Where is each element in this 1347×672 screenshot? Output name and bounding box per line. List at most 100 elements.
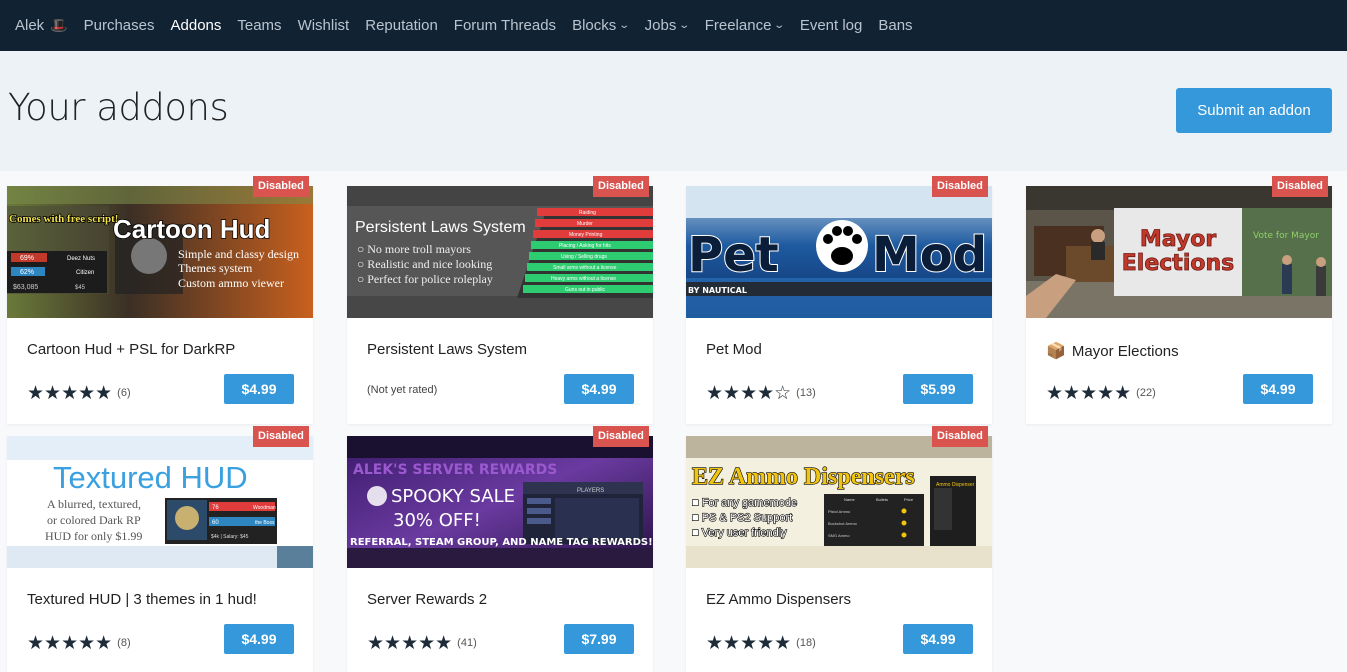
star-rating-icon: ★★★★★ bbox=[27, 632, 113, 654]
addon-name-text: Mayor Elections bbox=[1071, 342, 1179, 360]
price-button[interactable]: $4.99 bbox=[564, 374, 634, 404]
banner-byline: BY NAUTICAL bbox=[688, 286, 747, 295]
price-button[interactable]: $4.99 bbox=[1243, 374, 1313, 404]
nav-item-label: Purchases bbox=[83, 17, 155, 34]
banner-hud-text: 69% bbox=[20, 255, 34, 262]
addon-name-text: Persistent Laws System bbox=[367, 341, 528, 358]
banner-panel: PLAYERS bbox=[577, 488, 604, 494]
addon-card[interactable]: Mayor Elections Vote for Mayor 📦 Mayor Ele… bbox=[1026, 186, 1332, 424]
addon-thumbnail[interactable]: ALEK'S SERVER REWARDS PLAYERS SPOOKY SAL… bbox=[347, 436, 653, 568]
nav-item-blocks[interactable]: Blocks ⌄ bbox=[572, 17, 631, 34]
banner-sale: SPOOKY SALE bbox=[391, 486, 515, 507]
banner-hud-text: $4k | Salary: $45 bbox=[211, 534, 249, 540]
nav-item-label: Blocks bbox=[572, 17, 617, 34]
addon-thumbnail[interactable]: Raiding Murder Money Printing Placing / … bbox=[347, 186, 653, 318]
banner-law: Using / Selling drugs bbox=[561, 254, 607, 260]
price-button[interactable]: $4.99 bbox=[903, 624, 973, 654]
addon-thumbnail[interactable]: Textured HUD A blurred, textured, or col… bbox=[7, 436, 313, 568]
banner-discount: 30% OFF! bbox=[393, 510, 481, 531]
star-rating-icon: ★★★★★ bbox=[27, 382, 113, 404]
nav-item-addons[interactable]: Addons bbox=[171, 17, 222, 34]
addon-name[interactable]: 📦 Mayor Elections bbox=[1046, 341, 1179, 361]
price-button[interactable]: $4.99 bbox=[224, 624, 294, 654]
addon-card[interactable]: Cartoon Hud Comes with free script! Simp… bbox=[7, 186, 313, 424]
rating-count: (18) bbox=[796, 637, 816, 649]
nav-item-label: Wishlist bbox=[297, 17, 350, 34]
addon-card[interactable]: EZ Ammo Dispensers ■ For any gamemode ■ … bbox=[686, 436, 992, 672]
price-button[interactable]: $7.99 bbox=[564, 624, 634, 654]
status-badge: Disabled bbox=[1272, 176, 1328, 197]
addon-name[interactable]: EZ Ammo Dispensers bbox=[706, 591, 851, 608]
addon-card[interactable]: Textured HUD A blurred, textured, or col… bbox=[7, 436, 313, 672]
addon-card[interactable]: ALEK'S SERVER REWARDS PLAYERS SPOOKY SAL… bbox=[347, 436, 653, 672]
box-icon: 📦 bbox=[1046, 343, 1066, 360]
addon-name[interactable]: Persistent Laws System bbox=[367, 341, 527, 358]
addon-rating: ★★★★☆ (13) bbox=[706, 382, 816, 404]
nav-item-event-log[interactable]: Event log bbox=[800, 17, 863, 34]
banner-law: Placing / Asking for hits bbox=[559, 243, 611, 249]
addon-thumbnail[interactable]: Cartoon Hud Comes with free script! Simp… bbox=[7, 186, 313, 318]
banner-bullet: ■ PS & PS2 Support bbox=[692, 512, 792, 524]
nav-item-teams[interactable]: Teams bbox=[237, 17, 281, 34]
nav-item-label: Addons bbox=[170, 17, 222, 34]
rating-unrated: (Not yet rated) bbox=[367, 384, 438, 396]
price-button[interactable]: $4.99 bbox=[224, 374, 294, 404]
nav-user-menu[interactable]: Alek 🎩 bbox=[15, 17, 68, 34]
nav-item-forum-threads[interactable]: Forum Threads bbox=[454, 17, 556, 34]
banner-bullet: ○ No more troll mayors bbox=[357, 242, 471, 256]
banner-hud-text: $45 bbox=[75, 285, 86, 291]
banner-hud-text: Woodman bbox=[253, 505, 276, 511]
nav-item-reputation[interactable]: Reputation bbox=[365, 17, 438, 34]
rating-count: (6) bbox=[117, 387, 131, 399]
chevron-down-icon: ⌄ bbox=[678, 20, 691, 31]
nav-item-purchases[interactable]: Purchases bbox=[84, 17, 155, 34]
rating-count: (13) bbox=[796, 387, 816, 399]
addon-name-text: Textured HUD | 3 themes in 1 hud! bbox=[27, 591, 257, 608]
addon-name[interactable]: Cartoon Hud + PSL for DarkRP bbox=[27, 341, 235, 358]
status-badge: Disabled bbox=[932, 176, 988, 197]
banner-law: Murder bbox=[577, 221, 593, 227]
banner-footer: REFERRAL, STEAM GROUP, AND NAME TAG REWA… bbox=[350, 537, 653, 548]
addon-thumbnail[interactable]: Pet Mod BY NAUTICAL bbox=[686, 186, 992, 318]
star-rating-icon: ★★★★★ bbox=[706, 632, 792, 654]
chevron-down-icon: ⌄ bbox=[618, 20, 631, 31]
banner-law: Heavy arms without a license bbox=[551, 276, 616, 282]
banner-law: Money Printing bbox=[569, 232, 603, 238]
banner-bullet: ○ Perfect for police roleplay bbox=[357, 272, 493, 286]
addon-name[interactable]: Textured HUD | 3 themes in 1 hud! bbox=[27, 591, 257, 608]
submit-addon-button[interactable]: Submit an addon bbox=[1176, 88, 1332, 133]
banner-title: Cartoon Hud bbox=[113, 214, 270, 244]
nav-item-label: Teams bbox=[237, 17, 282, 34]
banner-hud-text: Deez Nuts bbox=[67, 256, 95, 262]
nav-item-label: Forum Threads bbox=[453, 17, 557, 34]
nav-item-label: Freelance bbox=[704, 17, 772, 34]
banner-hud-text: $63,085 bbox=[13, 284, 38, 291]
banner-title: ALEK'S SERVER REWARDS bbox=[353, 462, 557, 478]
banner-bullet: ○ Realistic and nice looking bbox=[357, 257, 492, 271]
nav-item-label: Reputation bbox=[365, 17, 438, 34]
banner-table-row: Buckshot Ammo bbox=[828, 521, 858, 526]
addon-name-text: Pet Mod bbox=[706, 341, 762, 358]
addon-rating: ★★★★★ (6) bbox=[27, 382, 131, 404]
banner-line: HUD for only $1.99 bbox=[45, 529, 142, 543]
banner-hud-text: 62% bbox=[20, 269, 34, 276]
nav-item-wishlist[interactable]: Wishlist bbox=[298, 17, 350, 34]
banner-bullet: ■ For any gamemode bbox=[692, 497, 797, 509]
addon-card[interactable]: Pet Mod BY NAUTICAL Pet Mod ★★★★☆ (13) $5… bbox=[686, 186, 992, 424]
nav-item-jobs[interactable]: Jobs ⌄ bbox=[645, 17, 691, 34]
banner-table-row: Pistol Ammo bbox=[828, 509, 851, 514]
status-badge: Disabled bbox=[932, 426, 988, 447]
addon-thumbnail[interactable]: Mayor Elections Vote for Mayor bbox=[1026, 186, 1332, 318]
banner-table-head: Bullets bbox=[876, 497, 888, 502]
nav-item-freelance[interactable]: Freelance ⌄ bbox=[704, 17, 786, 34]
star-rating-icon: ★★★★★ bbox=[1046, 382, 1132, 404]
addon-name[interactable]: Server Rewards 2 bbox=[367, 591, 487, 608]
banner-line: A blurred, textured, bbox=[47, 497, 141, 511]
addon-card[interactable]: Raiding Murder Money Printing Placing / … bbox=[347, 186, 653, 424]
banner-side-text: Comes with free script! bbox=[9, 213, 118, 225]
nav-item-bans[interactable]: Bans bbox=[878, 17, 912, 34]
addon-name[interactable]: Pet Mod bbox=[706, 341, 762, 358]
price-button[interactable]: $5.99 bbox=[903, 374, 973, 404]
banner-table-head: Price bbox=[904, 497, 914, 502]
addon-thumbnail[interactable]: EZ Ammo Dispensers ■ For any gamemode ■ … bbox=[686, 436, 992, 568]
